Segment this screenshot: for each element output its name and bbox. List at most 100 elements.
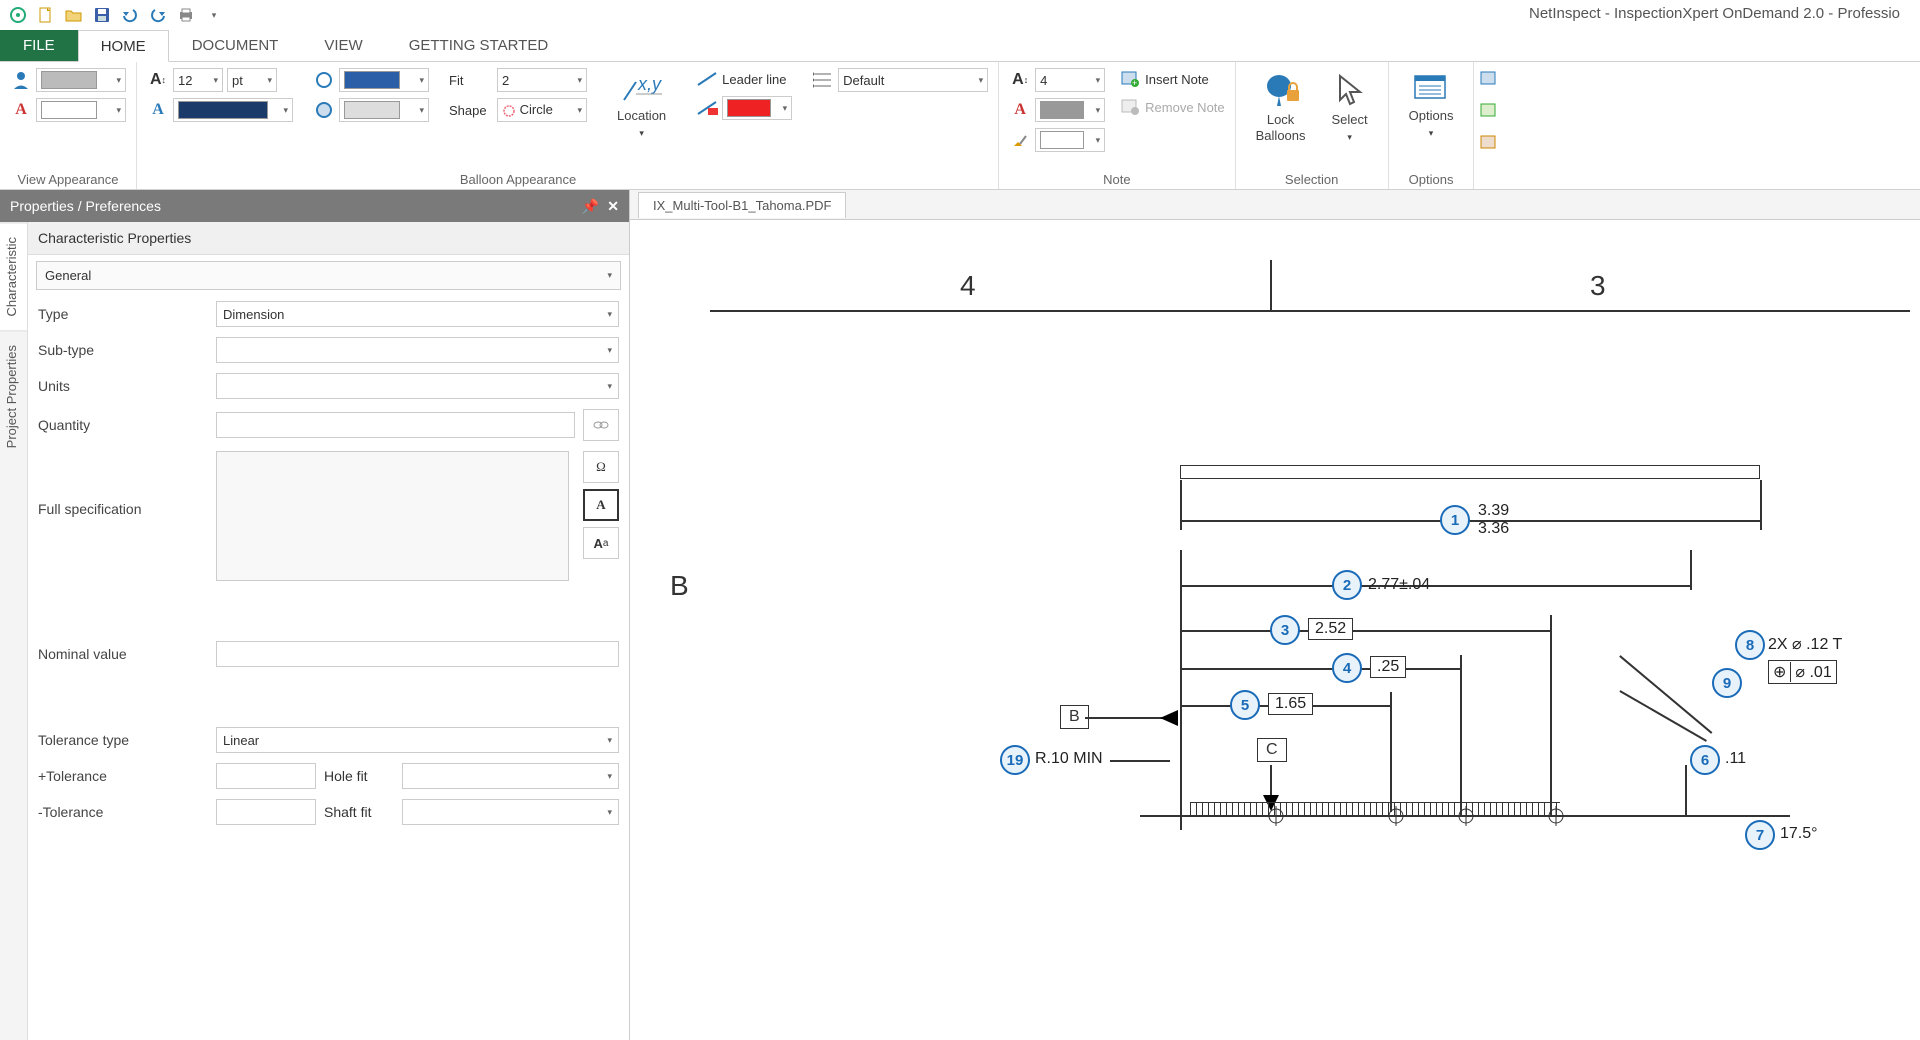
note-fill[interactable]: ▾ xyxy=(1035,128,1105,152)
tab-file[interactable]: FILE xyxy=(0,30,78,61)
balloon-3[interactable]: 3 xyxy=(1270,615,1300,645)
side-tab-characteristic[interactable]: Characteristic xyxy=(0,222,27,330)
extra-icon-3[interactable] xyxy=(1478,132,1500,154)
open-icon[interactable] xyxy=(64,5,84,25)
general-dropdown[interactable]: General▾ xyxy=(36,261,621,290)
balloon-8[interactable]: 8 xyxy=(1735,630,1765,660)
fullspec-label: Full specification xyxy=(38,451,208,517)
remove-note-button[interactable]: Remove Note xyxy=(1119,96,1224,118)
subtype-input[interactable]: ▾ xyxy=(216,337,619,363)
balloon-4[interactable]: 4 xyxy=(1332,653,1362,683)
insert-note-button[interactable]: + Insert Note xyxy=(1119,68,1224,90)
dim-6: .11 xyxy=(1725,750,1746,768)
main-area: Properties / Preferences 📌 ✕ Characteris… xyxy=(0,190,1920,1040)
font-unit-input[interactable]: pt▾ xyxy=(227,68,277,92)
tab-view[interactable]: VIEW xyxy=(301,30,385,61)
dim-4: .25 xyxy=(1370,656,1406,678)
toltype-input[interactable]: Linear▾ xyxy=(216,727,619,753)
extra-icon-1[interactable] xyxy=(1478,68,1500,90)
select-button[interactable]: Select▾ xyxy=(1322,68,1378,147)
tab-home[interactable]: HOME xyxy=(78,30,169,62)
note-size[interactable]: 4▾ xyxy=(1035,68,1105,92)
font-size-icon: A↕ xyxy=(147,69,169,91)
balloon-1[interactable]: 1 xyxy=(1440,505,1470,535)
group-label-options: Options xyxy=(1399,168,1464,187)
group-label-balloon: Balloon Appearance xyxy=(449,168,587,187)
group-extra xyxy=(1474,62,1504,189)
document-tab[interactable]: IX_Multi-Tool-B1_Tahoma.PDF xyxy=(638,192,846,218)
options-button[interactable]: Options▾ xyxy=(1399,68,1464,143)
side-tab-project[interactable]: Project Properties xyxy=(0,330,27,462)
font-a-button[interactable]: A xyxy=(583,489,619,521)
part-outline xyxy=(1180,465,1760,479)
balloon-5[interactable]: 5 xyxy=(1230,690,1260,720)
quantity-label: Quantity xyxy=(38,417,208,433)
font-aa-button[interactable]: Aa xyxy=(583,527,619,559)
type-input[interactable]: Dimension▾ xyxy=(216,301,619,327)
font-color-swatch[interactable]: ▾ xyxy=(173,98,293,122)
balloon-fill-color[interactable]: ▾ xyxy=(339,98,429,122)
drawing-canvas[interactable]: 4 3 B 1 3.393.36 2 2.77±.04 xyxy=(630,220,1920,1040)
shape-input[interactable]: Circle▾ xyxy=(497,98,587,122)
app-icon xyxy=(8,5,28,25)
dim-3: 2.52 xyxy=(1308,618,1353,640)
quantity-input[interactable] xyxy=(216,412,575,438)
properties-content: Characteristic Properties General▾ Type … xyxy=(28,222,629,1040)
group-default: Default▾ xyxy=(802,62,999,189)
save-icon[interactable] xyxy=(92,5,112,25)
font-size-input[interactable]: 12▾ xyxy=(173,68,223,92)
group-options: Options▾ Options xyxy=(1389,62,1475,189)
units-input[interactable]: ▾ xyxy=(216,373,619,399)
balloon-9[interactable]: 9 xyxy=(1712,668,1742,698)
ribbon-tabs: FILE HOME DOCUMENT VIEW GETTING STARTED xyxy=(0,30,1920,62)
leader-line-label: Leader line xyxy=(722,72,786,87)
print-icon[interactable] xyxy=(176,5,196,25)
ribbon: ▾ A ▾ View Appearance A↕ 12▾ pt▾ A ▾ xyxy=(0,62,1920,190)
tab-getting-started[interactable]: GETTING STARTED xyxy=(386,30,571,61)
font-color-a-icon: A xyxy=(10,99,32,121)
svg-text:+: + xyxy=(1132,78,1137,87)
balloon-2[interactable]: 2 xyxy=(1332,570,1362,600)
balloon-7[interactable]: 7 xyxy=(1745,820,1775,850)
quantity-link-button[interactable] xyxy=(583,409,619,441)
new-icon[interactable] xyxy=(36,5,56,25)
balloon-border-color[interactable]: ▾ xyxy=(339,68,429,92)
plustol-input[interactable] xyxy=(216,763,316,789)
balloon-19[interactable]: 19 xyxy=(1000,745,1030,775)
leader-color-icon xyxy=(696,97,718,119)
close-icon[interactable]: ✕ xyxy=(607,198,619,215)
extra-icon-2[interactable] xyxy=(1478,100,1500,122)
qat-dropdown-icon[interactable]: ▾ xyxy=(204,5,224,25)
leader-color[interactable]: ▾ xyxy=(722,96,792,120)
window-title: NetInspect - InspectionXpert OnDemand 2.… xyxy=(1529,5,1900,22)
zone-3: 3 xyxy=(1590,270,1606,302)
view-fg-color[interactable]: ▾ xyxy=(36,98,126,122)
target-icon xyxy=(1266,806,1286,826)
lock-balloons-button[interactable]: Lock Balloons xyxy=(1246,68,1316,147)
location-button[interactable]: x,y Location▾ xyxy=(607,68,676,143)
shaftfit-input[interactable]: ▾ xyxy=(402,799,619,825)
note-font-icon: A xyxy=(1009,99,1031,121)
view-bg-color[interactable]: ▾ xyxy=(36,68,126,92)
nominal-input[interactable] xyxy=(216,641,619,667)
leader-line-icon xyxy=(696,68,718,90)
fit-label: Fit xyxy=(449,73,493,88)
balloon-6[interactable]: 6 xyxy=(1690,745,1720,775)
undo-icon[interactable] xyxy=(120,5,140,25)
toltype-label: Tolerance type xyxy=(38,732,208,748)
pin-icon[interactable]: 📌 xyxy=(582,198,599,215)
redo-icon[interactable] xyxy=(148,5,168,25)
omega-button[interactable]: Ω xyxy=(583,451,619,483)
group-view-appearance: ▾ A ▾ View Appearance xyxy=(0,62,137,189)
target-icon xyxy=(1456,806,1476,826)
note-color[interactable]: ▾ xyxy=(1035,98,1105,122)
subtype-label: Sub-type xyxy=(38,342,208,358)
minustol-input[interactable] xyxy=(216,799,316,825)
default-style[interactable]: Default▾ xyxy=(838,68,988,92)
plustol-label: +Tolerance xyxy=(38,768,208,784)
fullspec-input[interactable] xyxy=(216,451,569,581)
target-icon xyxy=(1546,806,1566,826)
tab-document[interactable]: DOCUMENT xyxy=(169,30,302,61)
holefit-input[interactable]: ▾ xyxy=(402,763,619,789)
fit-input[interactable]: 2▾ xyxy=(497,68,587,92)
